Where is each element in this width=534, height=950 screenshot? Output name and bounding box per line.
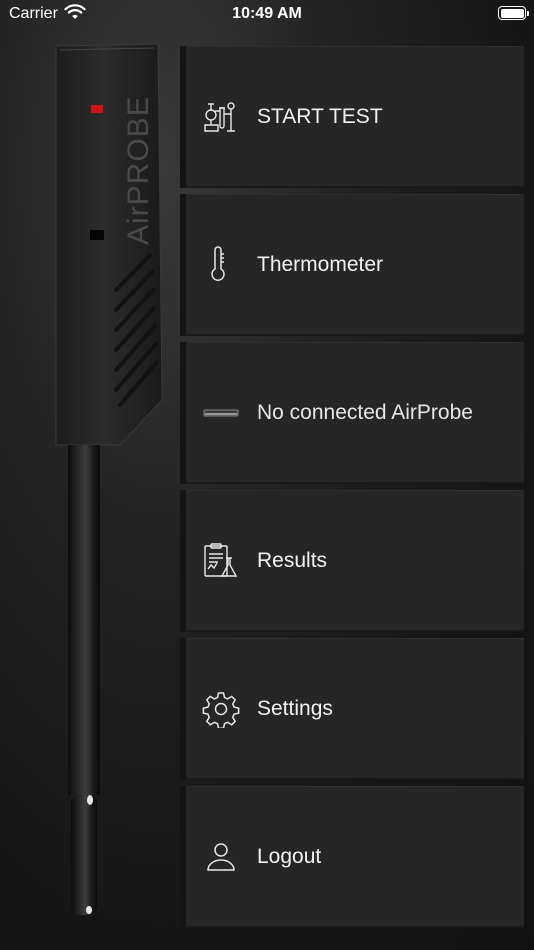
lab-test-icon (202, 98, 240, 136)
menu-item-results[interactable]: Results (180, 490, 524, 632)
status-led (91, 105, 103, 113)
status-bar: Carrier 10:49 AM (0, 0, 534, 30)
gear-icon (202, 690, 240, 729)
clock: 10:49 AM (232, 5, 302, 22)
menu-item-settings[interactable]: Settings (180, 638, 524, 780)
device-brand-text: AirPROBE (122, 95, 155, 245)
results-clipboard-icon (202, 542, 240, 580)
menu-item-airprobe-connection[interactable]: No connected AirProbe (180, 342, 524, 484)
probe-device-icon (202, 394, 240, 432)
menu-item-label: Results (257, 549, 328, 572)
menu-item-label: START TEST (257, 105, 383, 128)
menu-item-label: Settings (257, 697, 333, 720)
menu-item-logout[interactable]: Logout (180, 786, 524, 928)
menu-item-thermometer[interactable]: Thermometer (180, 194, 524, 336)
menu-item-start-test[interactable]: START TEST (180, 46, 524, 188)
user-icon (202, 838, 240, 876)
thermometer-icon (202, 246, 240, 284)
menu-item-label: Logout (257, 845, 322, 868)
menu-item-label: No connected AirProbe (257, 401, 473, 424)
battery-icon (498, 6, 529, 20)
airprobe-device-image: AirPROBE (50, 40, 170, 920)
menu-item-label: Thermometer (257, 253, 384, 276)
main-menu: START TEST Thermometer No connected AirP… (180, 46, 524, 934)
